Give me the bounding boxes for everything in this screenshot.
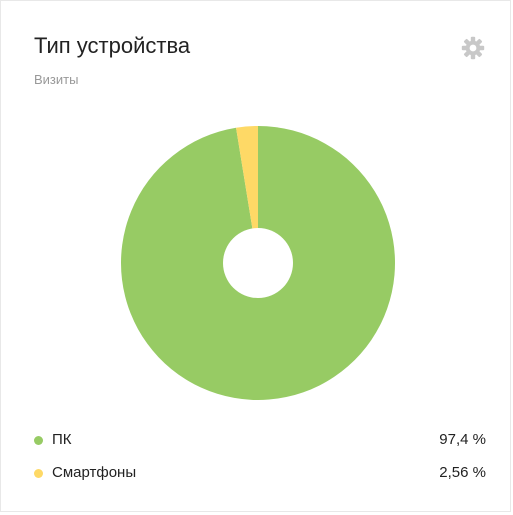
legend-value-smartphones: 2,56 % (439, 464, 486, 481)
legend-dot-smartphones (34, 469, 43, 478)
donut-hole (223, 228, 293, 298)
legend-dot-pc (34, 436, 43, 445)
legend-value-pc: 97,4 % (439, 431, 486, 448)
legend-item-pc: ПК 97,4 % (34, 430, 486, 450)
device-type-widget: Тип устройства Визиты ПК 97,4 % Смартфон… (0, 0, 511, 512)
legend-label-pc: ПК (52, 431, 72, 448)
legend-item-smartphones: Смартфоны 2,56 % (34, 463, 486, 483)
legend-label-smartphones: Смартфоны (52, 464, 137, 481)
